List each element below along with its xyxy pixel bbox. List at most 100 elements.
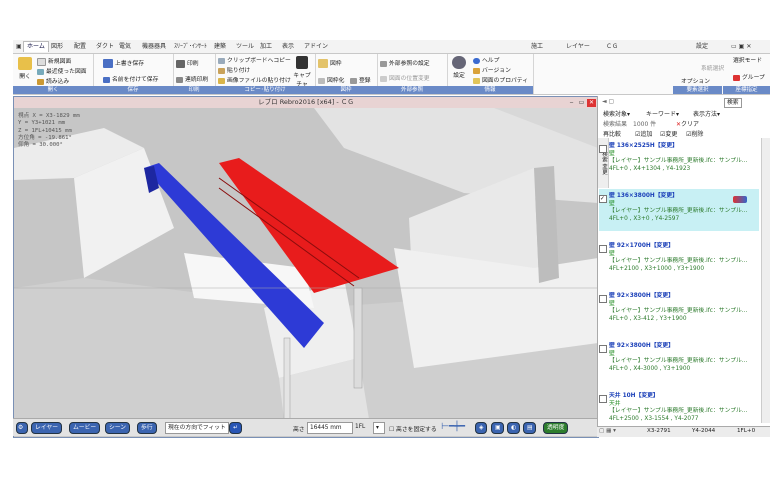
coord-z: Z = 1FL+10415 mm <box>18 127 72 134</box>
list-item[interactable]: 壁 92×3800H【変更】 壁 【レイヤー】サンプル事務所_更新後.ifc：サ… <box>599 293 759 323</box>
status-bar: ▢ ▦ ▾ X3-2791 Y4-2044 1FL+0 <box>597 426 770 437</box>
frame-button[interactable]: 図枠 <box>318 58 342 68</box>
close-icon[interactable]: ✕ <box>587 99 596 107</box>
tab-layout[interactable]: 配置 <box>71 42 89 52</box>
item-checkbox[interactable] <box>599 145 607 153</box>
fit-direction-select[interactable]: 現在の方向でフィット <box>165 422 229 434</box>
list-item-selected[interactable]: ✓ 壁 136×3800H【変更】 壁 【レイヤー】サンプル事務所_更新後.if… <box>599 193 759 223</box>
group-open: 開く 新規図面 最近使った図面 読み込み 開く <box>13 54 94 94</box>
tab-settings[interactable]: 設定 <box>693 42 711 52</box>
list-item[interactable]: 天井 10H【変更】 天井 【レイヤー】サンプル事務所_更新後.ifc：サンプル… <box>599 393 759 423</box>
list-item[interactable]: 壁 92×3800H【変更】 壁 【レイヤー】サンプル事務所_更新後.ifc：サ… <box>599 343 759 373</box>
keyword-dropdown[interactable]: キーワード▾ <box>646 109 679 118</box>
status-icons[interactable]: ▢ ▦ ▾ <box>599 428 616 434</box>
group-label-coordinate: 座標指定 <box>723 86 770 94</box>
gear-icon[interactable]: ⚙ <box>16 422 28 434</box>
transparency-toggle[interactable]: 透明度 <box>543 422 569 434</box>
register-button[interactable]: 登録 <box>350 75 371 84</box>
clear-button[interactable]: ✕クリア <box>676 119 699 128</box>
drawing-properties-button[interactable]: 図面のプロパティ <box>473 75 528 84</box>
fix-height-checkbox[interactable]: ☐ 高さを固定する <box>389 424 437 433</box>
frameize-button[interactable]: 図枠化 <box>318 75 344 84</box>
window-controls-icon[interactable]: ▭▣✕ <box>728 42 756 52</box>
group-info: 設定 ヘルプ バージョン 図面のプロパティ 情報 <box>447 54 534 94</box>
settings-button[interactable]: 設定 <box>450 56 468 79</box>
new-drawing-button[interactable]: 新規図面 <box>37 56 71 66</box>
save-as-button[interactable]: 名前を付けて保存 <box>103 74 158 83</box>
filter-add-checkbox[interactable]: ☑追加 <box>635 129 652 138</box>
list-item[interactable]: 壁 92×1700H【変更】 壁 【レイヤー】サンプル事務所_更新後.ifc：サ… <box>599 243 759 273</box>
compare-button[interactable]: 再比較 <box>603 129 621 138</box>
paste-button[interactable]: 貼り付け <box>218 65 250 74</box>
layer-button[interactable]: レイヤー <box>31 422 63 434</box>
tab-tool[interactable]: ツール <box>233 42 257 52</box>
cg-view-icon[interactable]: ◐ <box>507 422 521 434</box>
continuous-print-button[interactable]: 連続印刷 <box>176 74 208 83</box>
cg-export-icon[interactable]: ▤ <box>523 422 537 434</box>
list-scrollbar[interactable] <box>761 138 770 423</box>
scene-button[interactable]: シーン <box>105 422 131 434</box>
drawing-position-button[interactable]: 図面の位置変更 <box>380 73 430 82</box>
continuous-print-icon <box>176 76 183 83</box>
item-checkbox[interactable] <box>599 295 607 303</box>
movie-button[interactable]: ムービー <box>69 422 101 434</box>
group-label-external: 外部参照 <box>377 86 447 94</box>
save-as-icon <box>103 76 110 83</box>
height-slider[interactable]: ⊢━┿━ <box>441 422 465 432</box>
image-paste-button[interactable]: 画像ファイルの貼り付け <box>218 75 291 84</box>
open-button[interactable]: 開く <box>17 57 33 80</box>
item-checkbox[interactable] <box>599 245 607 253</box>
status-x: X3-2791 <box>647 428 671 434</box>
filter-change-checkbox[interactable]: ☑変更 <box>660 129 677 138</box>
group-frame: 図枠 図枠化 登録 図枠 <box>315 54 378 94</box>
walk-button[interactable]: 歩行 <box>137 422 157 434</box>
capture-button[interactable]: キャプチャ <box>291 56 313 88</box>
ribbon: 開く 新規図面 最近使った図面 読み込み 開く 上書き保存 名前を付けて保存 保… <box>13 54 770 95</box>
filter-delete-checkbox[interactable]: ☑削除 <box>686 129 703 138</box>
viewport-window-controls: ‒ ▭ ✕ <box>566 98 596 107</box>
search-target-dropdown[interactable]: 検索対象▾ <box>603 109 630 118</box>
help-button[interactable]: ヘルプ <box>473 55 499 64</box>
item-checkbox[interactable] <box>599 345 607 353</box>
enter-icon[interactable]: ↵ <box>229 422 242 434</box>
system-select-button[interactable]: 系統選択 <box>701 63 724 72</box>
list-item[interactable]: 壁 136×2525H【変更】 壁 【レイヤー】サンプル事務所_更新後.ifc：… <box>599 143 759 173</box>
overwrite-save-button[interactable]: 上書き保存 <box>103 58 144 68</box>
copy-clipboard-button[interactable]: クリップボードへコピー <box>218 55 291 64</box>
tab-sleeve[interactable]: ｽﾘｰﾌﾞ･ｲﾝｻｰﾄ <box>171 42 210 52</box>
tab-process[interactable]: 加工 <box>257 42 275 52</box>
tab-equipment[interactable]: 機器器具 <box>139 42 169 52</box>
cg-tool-icon[interactable]: ◈ <box>475 422 488 434</box>
floor-dropdown[interactable]: ▾ <box>373 422 385 434</box>
option-button[interactable]: オプション <box>681 76 710 85</box>
height-input[interactable]: 16445 mm <box>307 422 353 434</box>
recent-drawings-button[interactable]: 最近使った図面 <box>37 66 87 75</box>
item-checkbox[interactable] <box>599 395 607 403</box>
tab-duct[interactable]: ダクト <box>93 42 117 52</box>
tab-building[interactable]: 建築 <box>211 42 229 52</box>
tab-construction[interactable]: 施工 <box>528 42 546 52</box>
tab-view[interactable]: 表示 <box>279 42 297 52</box>
3d-scene[interactable] <box>14 108 598 419</box>
panel-pin-icon[interactable]: ◄ ▢ <box>602 98 614 105</box>
tab-cg[interactable]: ＣＧ <box>603 42 621 52</box>
version-button[interactable]: バージョン <box>473 65 511 74</box>
camera-icon[interactable]: ▣ <box>491 422 505 434</box>
tab-layer[interactable]: レイヤー <box>563 42 593 52</box>
group-button[interactable]: グループ <box>733 72 765 81</box>
selection-mode-button[interactable]: 選択モード <box>733 55 762 64</box>
read-button[interactable]: 読み込み <box>37 76 69 85</box>
display-method-dropdown[interactable]: 表示方法▾ <box>693 109 720 118</box>
search-button[interactable]: 検索 <box>724 98 742 108</box>
tab-addin[interactable]: アドイン <box>301 42 331 52</box>
maximize-icon[interactable]: ▭ <box>577 99 586 107</box>
help-icon <box>473 57 480 64</box>
tab-shapes[interactable]: 図形 <box>48 42 66 52</box>
tab-electric[interactable]: 電気 <box>116 42 134 52</box>
external-ref-setting-button[interactable]: 外部参照の設定 <box>380 58 430 67</box>
item-checkbox-checked[interactable]: ✓ <box>599 195 607 203</box>
print-button[interactable]: 印刷 <box>176 58 199 68</box>
minimize-icon[interactable]: ‒ <box>567 99 576 107</box>
tab-home[interactable]: ホーム <box>23 41 49 52</box>
position-icon <box>380 75 387 82</box>
